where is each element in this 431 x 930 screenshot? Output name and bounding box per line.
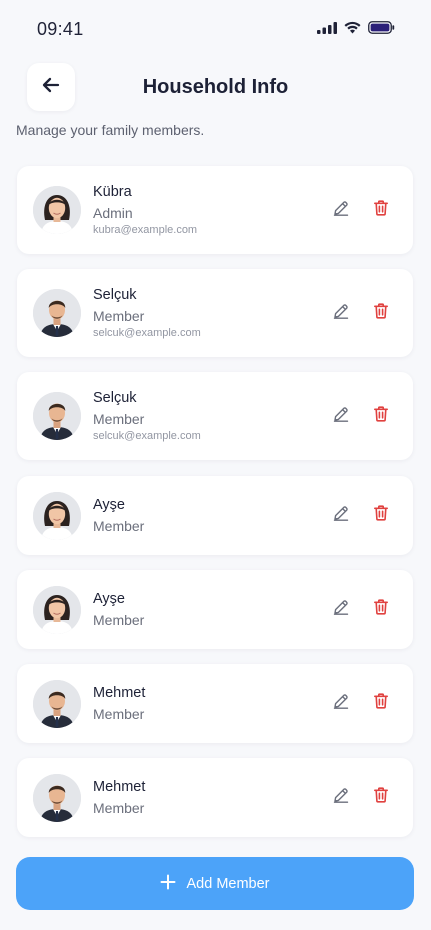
member-card[interactable]: Kübra Admin kubra@example.com xyxy=(17,166,413,254)
edit-member-button[interactable] xyxy=(328,403,354,429)
pencil-icon xyxy=(332,199,350,222)
member-email: selcuk@example.com xyxy=(93,327,201,339)
member-role: Member xyxy=(93,800,145,816)
wifi-icon xyxy=(344,21,361,34)
trash-icon xyxy=(372,786,390,809)
avatar xyxy=(33,492,81,540)
battery-icon xyxy=(368,21,395,34)
delete-member-button[interactable] xyxy=(368,197,394,223)
member-role: Member xyxy=(93,411,145,427)
member-name: Selçuk xyxy=(93,287,137,303)
member-card[interactable]: Mehmet Member xyxy=(17,664,413,743)
trash-icon xyxy=(372,504,390,527)
household-info-screen: 09:41 Household Info Manage your family … xyxy=(0,0,431,930)
pencil-icon xyxy=(332,598,350,621)
trash-icon xyxy=(372,199,390,222)
edit-member-button[interactable] xyxy=(328,197,354,223)
member-card[interactable]: Selçuk Member selcuk@example.com xyxy=(17,372,413,460)
member-card[interactable]: Ayşe Member xyxy=(17,570,413,649)
edit-member-button[interactable] xyxy=(328,784,354,810)
status-time: 09:41 xyxy=(37,19,84,39)
delete-member-button[interactable] xyxy=(368,596,394,622)
delete-member-button[interactable] xyxy=(368,784,394,810)
edit-member-button[interactable] xyxy=(328,300,354,326)
member-name: Mehmet xyxy=(93,779,146,795)
pencil-icon xyxy=(332,786,350,809)
page-subtitle: Manage your family members. xyxy=(16,122,205,138)
member-email: kubra@example.com xyxy=(93,224,198,236)
member-name: Kübra xyxy=(93,184,132,200)
trash-icon xyxy=(372,302,390,325)
trash-icon xyxy=(372,598,390,621)
avatar xyxy=(33,680,81,728)
delete-member-button[interactable] xyxy=(368,300,394,326)
pencil-icon xyxy=(332,692,350,715)
edit-member-button[interactable] xyxy=(328,690,354,716)
avatar xyxy=(33,186,81,234)
member-card[interactable]: Mehmet Member xyxy=(17,758,413,837)
trash-icon xyxy=(372,405,390,428)
member-card[interactable]: Selçuk Member selcuk@example.com xyxy=(17,269,413,357)
member-role: Admin xyxy=(93,205,133,221)
plus-icon xyxy=(160,874,176,894)
add-member-button[interactable]: Add Member xyxy=(16,857,414,910)
member-role: Member xyxy=(93,518,145,534)
member-role: Member xyxy=(93,308,145,324)
member-role: Member xyxy=(93,706,145,722)
avatar xyxy=(33,289,81,337)
status-icons xyxy=(317,21,395,34)
pencil-icon xyxy=(332,504,350,527)
member-email: selcuk@example.com xyxy=(93,430,201,442)
pencil-icon xyxy=(332,302,350,325)
member-name: Mehmet xyxy=(93,685,146,701)
member-name: Selçuk xyxy=(93,390,137,406)
delete-member-button[interactable] xyxy=(368,403,394,429)
member-card[interactable]: Ayşe Member xyxy=(17,476,413,555)
status-bar: 09:41 xyxy=(0,0,431,58)
member-name: Ayşe xyxy=(93,591,125,607)
avatar xyxy=(33,774,81,822)
cellular-signal-icon xyxy=(317,21,337,34)
edit-member-button[interactable] xyxy=(328,596,354,622)
pencil-icon xyxy=(332,405,350,428)
member-role: Member xyxy=(93,612,145,628)
avatar xyxy=(33,392,81,440)
page-title: Household Info xyxy=(142,76,289,98)
edit-member-button[interactable] xyxy=(328,502,354,528)
avatar xyxy=(33,586,81,634)
member-name: Ayşe xyxy=(93,497,125,513)
add-member-label: Add Member xyxy=(186,875,270,892)
delete-member-button[interactable] xyxy=(368,690,394,716)
delete-member-button[interactable] xyxy=(368,502,394,528)
trash-icon xyxy=(372,692,390,715)
